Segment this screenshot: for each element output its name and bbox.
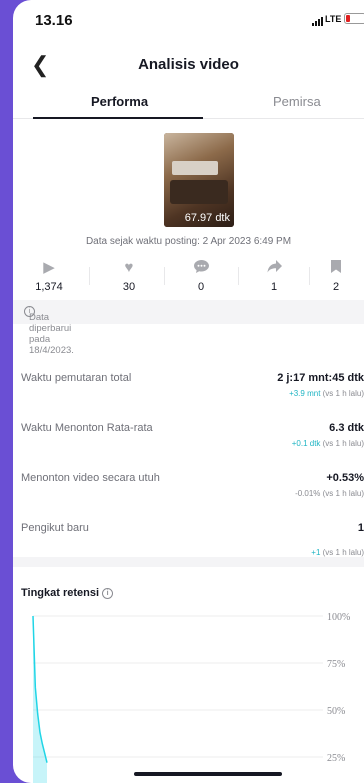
app-header: ❮ Analisis video — [13, 44, 364, 84]
metric-total-play-time: Waktu pemutaran total 2 j:17 mnt:45 dtk … — [13, 372, 364, 418]
metric-value: +0.53% — [326, 472, 364, 484]
retention-title: Tingkat retensi i — [21, 587, 114, 599]
home-indicator — [134, 772, 282, 776]
play-icon: ▶ — [43, 259, 55, 276]
metric-label: Pengikut baru — [21, 522, 89, 534]
saves-count: 2 — [332, 281, 340, 293]
metric-label: Waktu pemutaran total — [21, 372, 132, 384]
video-thumbnail[interactable]: 67.97 dtk — [164, 133, 234, 227]
info-icon[interactable]: i — [102, 587, 114, 599]
shares-count: 1 — [270, 281, 278, 293]
metric-delta: +0.1 dtk (vs 1 h lalu) — [291, 439, 364, 448]
share-icon — [244, 259, 304, 276]
updated-text: Data diperbarui pada 18/4/2023. — [29, 312, 74, 356]
engagement-stats: ▶ 1,374 ♥ 30 0 1 2 — [13, 259, 364, 293]
network-label: LTE — [325, 14, 342, 24]
battery-icon — [344, 13, 364, 24]
tab-bar: Performa Pemirsa — [13, 90, 364, 119]
metric-value: 6.3 dtk — [329, 422, 364, 434]
likes-count: 30 — [122, 281, 136, 293]
metric-full-video-watched: Menonton video secara utuh +0.53% -0.01%… — [13, 472, 364, 518]
heart-icon: ♥ — [124, 259, 134, 276]
stat-likes: ♥ 30 — [99, 259, 159, 293]
updated-banner: Data diperbarui pada 18/4/2023. i — [13, 300, 364, 356]
tab-performa[interactable]: Performa — [91, 94, 148, 109]
comment-icon — [171, 259, 231, 276]
metric-value: 1 — [357, 522, 364, 534]
page-title: Analisis video — [138, 56, 239, 73]
metric-delta: +3.9 mnt (vs 1 h lalu) — [289, 389, 364, 398]
y-tick-label: 25% — [327, 753, 345, 764]
metric-delta: +1 (vs 1 h lalu) — [311, 548, 364, 557]
stat-saves: 2 — [306, 259, 364, 293]
status-time: 13.16 — [35, 12, 73, 29]
retention-area — [33, 616, 47, 783]
y-tick-label: 50% — [327, 706, 345, 717]
status-bar: 13.16 LTE — [13, 0, 364, 40]
stat-views: ▶ 1,374 — [19, 259, 79, 293]
comments-count: 0 — [197, 281, 205, 293]
metric-label: Menonton video secara utuh — [21, 472, 160, 484]
video-duration: 67.97 dtk — [184, 212, 230, 224]
bookmark-icon — [306, 259, 364, 276]
y-tick-label: 100% — [327, 612, 350, 623]
y-tick-label: 75% — [327, 659, 345, 670]
posted-since-text: Data sejak waktu posting: 2 Apr 2023 6:4… — [85, 236, 292, 247]
metric-label: Waktu Menonton Rata-rata — [21, 422, 153, 434]
metric-value: 2 j:17 mnt:45 dtk — [277, 372, 364, 384]
stat-comments: 0 — [171, 259, 231, 293]
metric-delta: -0.01% (vs 1 h lalu) — [295, 489, 364, 498]
metric-avg-watch-time: Waktu Menonton Rata-rata 6.3 dtk +0.1 dt… — [13, 422, 364, 468]
signal-icon — [312, 17, 323, 26]
stat-shares: 1 — [244, 259, 304, 293]
tab-pemirsa[interactable]: Pemirsa — [273, 94, 321, 109]
section-divider — [13, 557, 364, 567]
retention-chart: 100% 75% 50% 25% — [32, 612, 350, 783]
views-count: 1,374 — [35, 281, 63, 293]
phone-screen: 13.16 LTE ❮ Analisis video Performa Pemi… — [13, 0, 364, 783]
tab-indicator — [33, 117, 203, 119]
